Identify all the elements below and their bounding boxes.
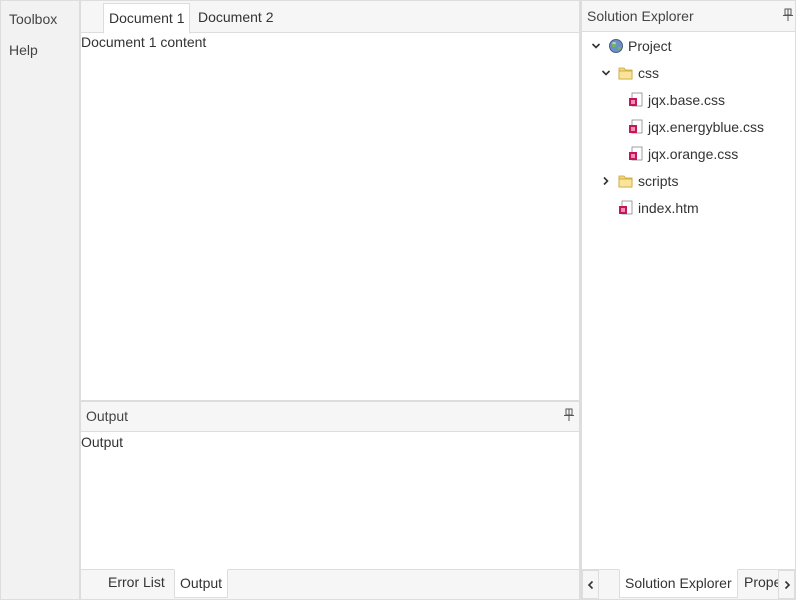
tree-item-index-file[interactable]: index.htm — [618, 194, 699, 221]
tree-label-file: jqx.orange.css — [648, 145, 739, 162]
file-icon — [629, 119, 643, 133]
help-tab[interactable]: Help — [9, 42, 38, 58]
tree-label-index: index.htm — [638, 199, 699, 216]
tab-document-2[interactable]: Document 2 — [193, 3, 278, 33]
toolbox-tab[interactable]: Toolbox — [9, 11, 57, 27]
toolbox-strip: Toolbox Help — [0, 0, 80, 600]
tree-label-css: css — [638, 64, 659, 81]
tree-label-project: Project — [628, 37, 672, 54]
tree-item-project[interactable]: Project — [591, 32, 672, 59]
tab-output[interactable]: Output — [174, 569, 229, 598]
chevron-right-icon — [784, 580, 791, 590]
tree-item-scripts-folder[interactable]: scripts — [601, 167, 678, 194]
globe-icon — [609, 38, 623, 53]
file-icon — [619, 200, 633, 214]
file-icon — [629, 92, 643, 106]
tree-item-css-folder[interactable]: css — [601, 59, 659, 86]
document-tabstrip: Document 1 Document 2 — [81, 1, 579, 34]
solution-explorer-title: Solution Explorer — [587, 8, 694, 24]
output-content: Output — [81, 434, 124, 450]
tree-item-file[interactable]: jqx.orange.css — [628, 140, 738, 167]
tree-label-file: jqx.base.css — [648, 91, 726, 108]
chevron-down-icon[interactable] — [591, 41, 601, 51]
file-icon — [629, 146, 643, 160]
tree-label-scripts: scripts — [638, 172, 679, 189]
folder-icon — [618, 67, 633, 79]
pin-icon[interactable] — [564, 408, 574, 422]
folder-icon — [618, 175, 633, 187]
document-content: Document 1 content — [81, 34, 207, 50]
chevron-right-icon[interactable] — [601, 176, 611, 186]
output-title: Output — [86, 408, 129, 424]
solution-explorer-header: Solution Explorer — [582, 1, 795, 32]
output-tabstrip: Error List Output — [81, 569, 579, 599]
pin-icon[interactable] — [783, 8, 793, 22]
tree-item-file[interactable]: jqx.base.css — [628, 86, 725, 113]
tab-properties[interactable]: Properties — [739, 569, 783, 598]
solution-tabstrip: Solution Explorer Properties — [582, 569, 795, 599]
output-panel: Output Output Error List Output — [80, 400, 580, 600]
chevron-down-icon[interactable] — [601, 68, 611, 78]
tree-item-file[interactable]: jqx.energyblue.css — [628, 113, 764, 140]
scroll-left-button[interactable] — [582, 570, 599, 599]
tab-solution-explorer[interactable]: Solution Explorer — [619, 569, 738, 598]
scroll-right-button[interactable] — [778, 570, 795, 599]
output-header: Output — [81, 402, 579, 432]
tab-document-1[interactable]: Document 1 — [103, 3, 191, 34]
tab-error-list[interactable]: Error List — [103, 569, 170, 598]
solution-explorer-panel: Solution Explorer Project css jqx.base.c… — [580, 0, 796, 600]
document-panel: Document 1 Document 2 Document 1 content — [80, 0, 580, 401]
chevron-left-icon — [587, 580, 594, 590]
tree-label-file: jqx.energyblue.css — [648, 118, 764, 135]
